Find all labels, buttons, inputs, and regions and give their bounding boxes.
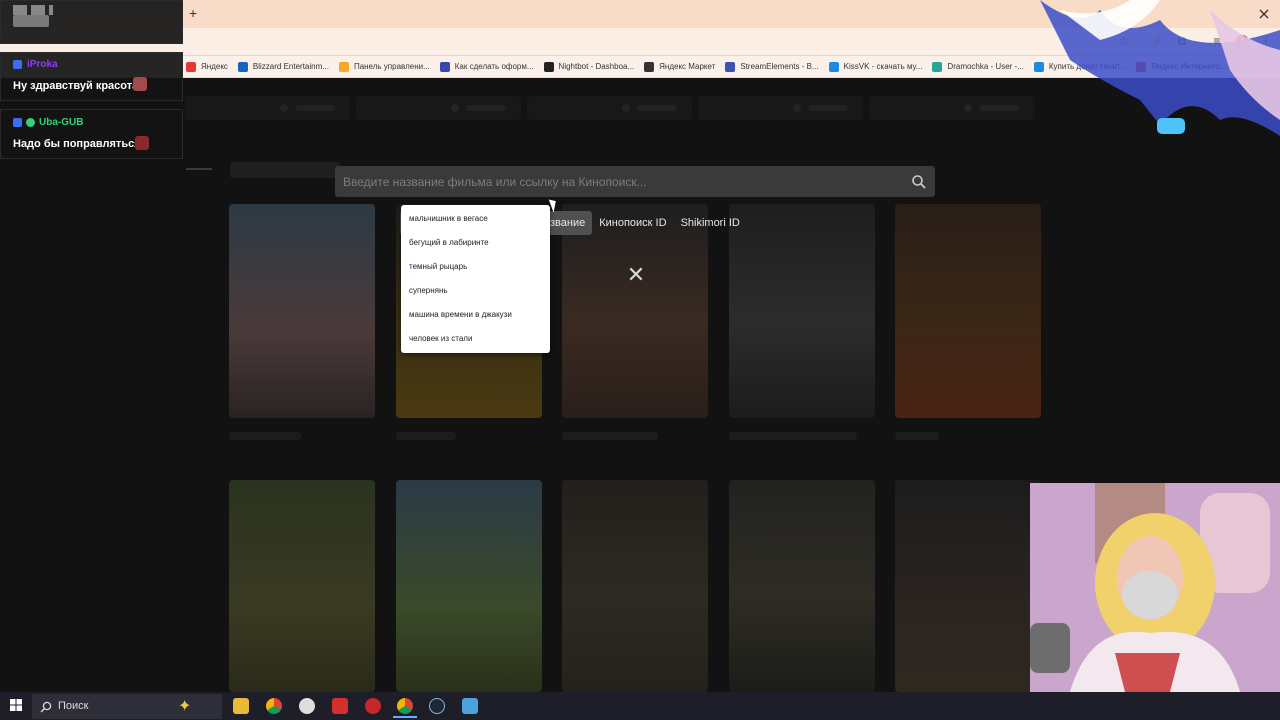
- autocomplete-item[interactable]: темный рыцарь: [401, 255, 550, 279]
- autocomplete-item[interactable]: машина времени в джакузи: [401, 303, 550, 327]
- chrome-active-icon[interactable]: [397, 698, 413, 714]
- autocomplete-item[interactable]: бегущий в лабиринте: [401, 231, 550, 255]
- active-app-indicator: [393, 716, 417, 718]
- bookmark-label: Яндекс Маркет: [659, 62, 716, 71]
- dramochka-icon: [932, 61, 943, 72]
- bookmark-label: Яндекс: [201, 62, 228, 71]
- obs-icon[interactable]: [299, 698, 315, 714]
- close-icon[interactable]: ✕: [625, 264, 647, 286]
- bookmark-label: Dramochka - User -...: [947, 62, 1024, 71]
- movie-poster[interactable]: [229, 480, 375, 692]
- bookmark-item[interactable]: Яндекс: [186, 61, 228, 72]
- movie-poster[interactable]: [396, 480, 542, 692]
- moderator-badge-icon: [13, 60, 22, 69]
- bookmark-item[interactable]: StreamElements - B...: [725, 61, 819, 72]
- vk-icon: [828, 61, 839, 72]
- moderator-badge-icon: [13, 118, 22, 127]
- emote-icon: [135, 136, 149, 150]
- bookmark-label: StreamElements - B...: [740, 62, 819, 71]
- panel-icon: [338, 61, 349, 72]
- wps-icon[interactable]: [332, 698, 348, 714]
- search-box: [335, 166, 935, 197]
- search-icon: [40, 701, 52, 713]
- movie-poster[interactable]: [895, 204, 1041, 418]
- poster-caption: [562, 432, 658, 440]
- bookmark-item[interactable]: KissVK - скачать му...: [828, 61, 923, 72]
- chat-text: Ну здравствуй красота: [13, 80, 139, 92]
- bookmark-item[interactable]: Как сделать оформ...: [439, 61, 534, 72]
- nav-item[interactable]: [698, 96, 863, 120]
- file-explorer-icon[interactable]: [233, 698, 249, 714]
- taskbar-search-label: Поиск: [58, 700, 89, 712]
- blizzard-icon: [237, 61, 248, 72]
- letter-t-icon: [439, 61, 450, 72]
- section-heading-placeholder: [230, 162, 340, 178]
- vip-badge-icon: [26, 118, 35, 127]
- chat-message: iProka Ну здравствуй красота: [0, 52, 183, 101]
- movie-poster[interactable]: [562, 480, 708, 692]
- divider: [186, 168, 212, 170]
- webcam-overlay: [1030, 483, 1280, 692]
- chat-username[interactable]: Uba-GUB: [39, 117, 83, 128]
- yandex-icon: [186, 61, 196, 72]
- windows-start-icon[interactable]: [10, 699, 22, 711]
- nav-item[interactable]: [869, 96, 1034, 120]
- autocomplete-item[interactable]: супернянь: [401, 279, 550, 303]
- nightbot-icon: [543, 61, 554, 72]
- autocomplete-item[interactable]: человек из стали: [401, 327, 550, 351]
- bookmark-item[interactable]: Dramochka - User -...: [932, 61, 1024, 72]
- emote-row: [13, 5, 53, 15]
- movie-poster[interactable]: [729, 480, 875, 692]
- chat-text: Надо бы поправляться: [13, 138, 141, 150]
- chat-message: Uba-GUB Надо бы поправляться: [0, 109, 183, 159]
- bookmark-label: Панель управлени...: [353, 62, 430, 71]
- bookmark-label: KissVK - скачать му...: [843, 62, 923, 71]
- movie-poster[interactable]: [562, 204, 708, 418]
- search-icon[interactable]: [911, 174, 927, 190]
- chat-username[interactable]: iProka: [27, 59, 58, 70]
- nav-item[interactable]: [185, 96, 350, 120]
- autocomplete-dropdown: мальчишник в вегасе бегущий в лабиринте …: [401, 205, 550, 353]
- tab-kinopoisk-id[interactable]: Кинопоиск ID: [592, 211, 673, 235]
- sparkle-icon: ✦: [178, 698, 192, 715]
- bookmark-label: Nightbot - Dashboa...: [558, 62, 635, 71]
- bookmark-item[interactable]: Яндекс Маркет: [644, 61, 716, 72]
- bookmark-label: Blizzard Entertainm...: [252, 62, 329, 71]
- streamer-webcam-image: [1030, 483, 1280, 692]
- movie-poster[interactable]: [895, 480, 1041, 692]
- tab-shikimori-id[interactable]: Shikimori ID: [674, 211, 747, 235]
- bookmark-item[interactable]: Blizzard Entertainm...: [237, 61, 329, 72]
- bookmark-item[interactable]: Nightbot - Dashboa...: [543, 61, 635, 72]
- chrome-icon[interactable]: [266, 698, 282, 714]
- anime-character-overlay: [1040, 0, 1280, 136]
- emote-icon: [13, 15, 49, 27]
- poster-caption: [396, 432, 456, 440]
- movie-poster[interactable]: [229, 204, 375, 418]
- steam-icon[interactable]: [429, 698, 445, 714]
- poster-caption: [895, 432, 939, 440]
- search-input[interactable]: [335, 166, 895, 197]
- poster-caption: [729, 432, 857, 440]
- poster-caption: [229, 432, 301, 440]
- chat-message-partial: [0, 0, 183, 44]
- movie-poster[interactable]: [729, 204, 875, 418]
- nav-item[interactable]: [356, 96, 521, 120]
- opera-icon[interactable]: [365, 698, 381, 714]
- nav-item[interactable]: [527, 96, 692, 120]
- bookmark-label: Как сделать оформ...: [454, 62, 534, 71]
- site-navigation: [185, 96, 1040, 120]
- bookmark-item[interactable]: Панель управлени...: [338, 61, 430, 72]
- autocomplete-item[interactable]: мальчишник в вегасе: [401, 207, 550, 231]
- new-tab-icon[interactable]: +: [189, 5, 197, 21]
- emote-icon: [133, 77, 147, 91]
- chat-app-icon[interactable]: [462, 698, 478, 714]
- streamelements-icon: [725, 61, 736, 72]
- market-icon: [644, 61, 655, 72]
